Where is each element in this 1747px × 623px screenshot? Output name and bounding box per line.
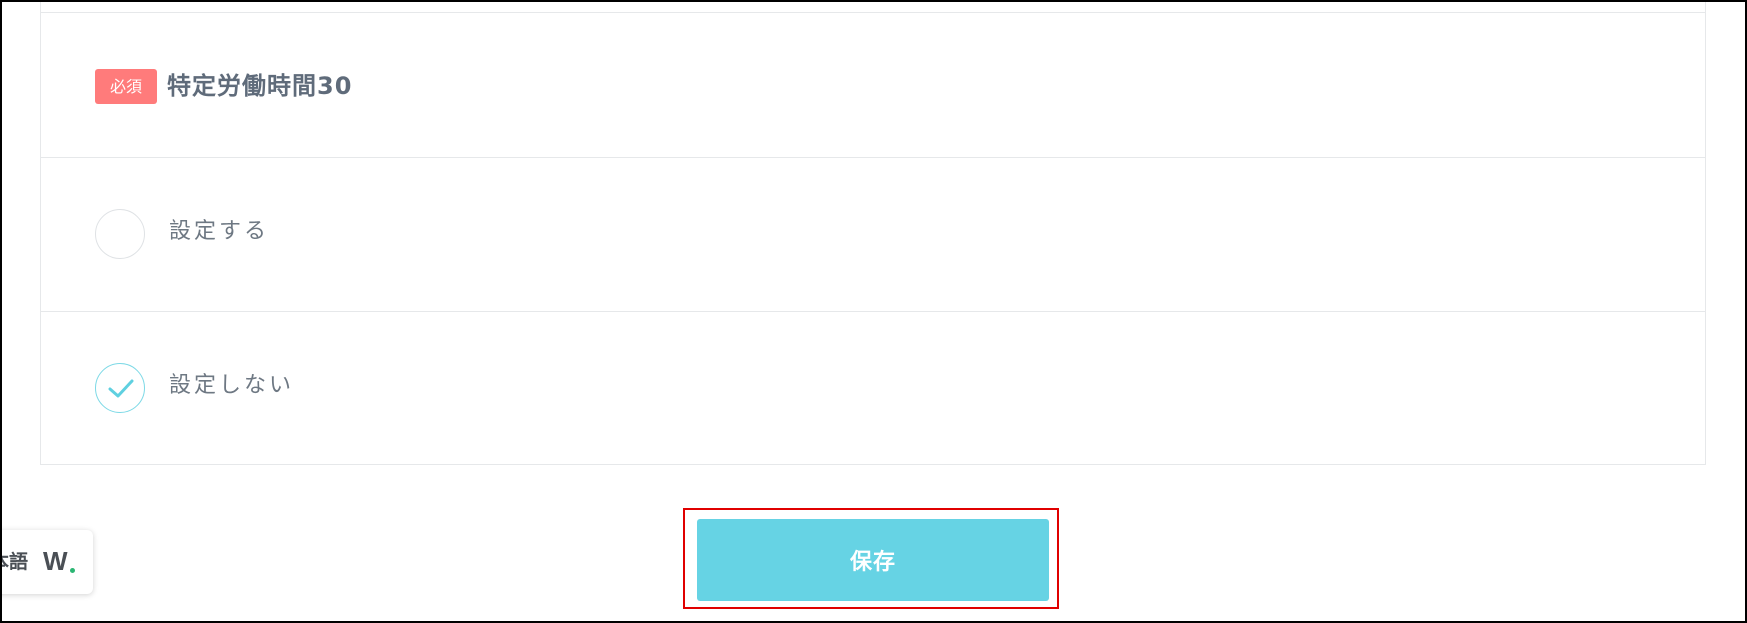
language-label[interactable]: 本語: [0, 550, 28, 574]
logo-dot: [70, 568, 75, 573]
weglot-logo-icon: W: [43, 546, 68, 576]
field-title: 特定労働時間30: [167, 72, 353, 100]
settings-card: 必須 特定労働時間30 設定する 設定しない: [40, 0, 1706, 465]
option-row-not-set[interactable]: 設定しない: [41, 312, 1705, 466]
save-button[interactable]: 保存: [697, 519, 1049, 601]
card-top-divider: [41, 0, 1705, 13]
radio-button-not-set[interactable]: [95, 363, 145, 413]
checkmark-icon: [108, 379, 134, 398]
option-row-set[interactable]: 設定する: [41, 158, 1705, 312]
option-label-set[interactable]: 設定する: [169, 217, 269, 247]
required-badge: 必須: [95, 69, 157, 104]
radio-button-set[interactable]: [95, 209, 145, 259]
option-label-not-set[interactable]: 設定しない: [169, 371, 294, 401]
field-header-row: 必須 特定労働時間30: [41, 13, 1705, 158]
language-widget[interactable]: 本語 W: [0, 530, 93, 594]
